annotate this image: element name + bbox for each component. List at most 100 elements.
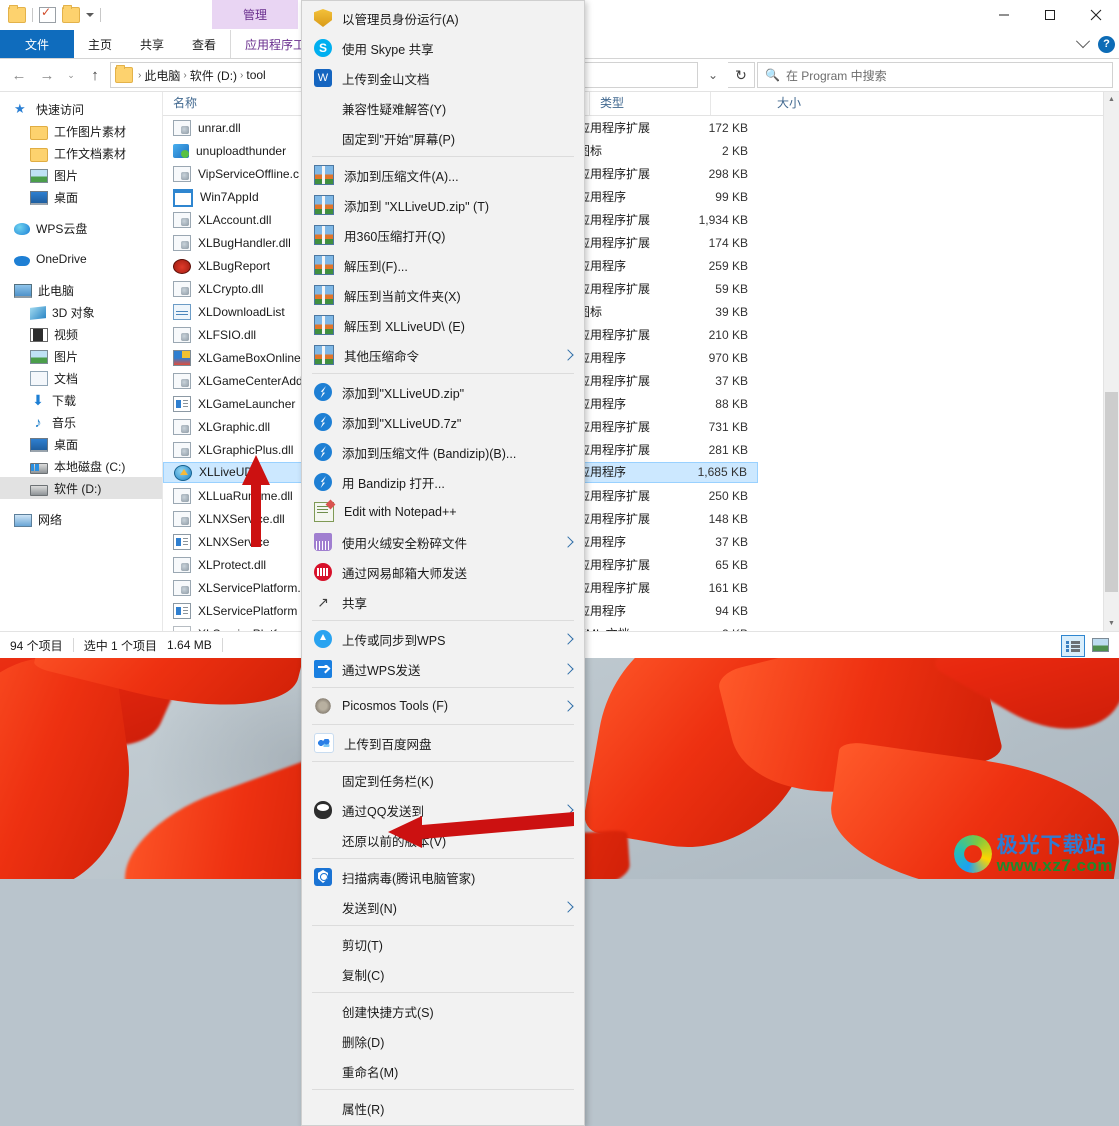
wps-upload-icon bbox=[314, 630, 332, 648]
menu-item-10[interactable]: 解压到 XLLiveUD\ (E) bbox=[302, 310, 584, 340]
sidebar-item-16[interactable]: 软件 (D:) bbox=[0, 477, 162, 499]
tab-share[interactable]: 共享 bbox=[126, 30, 178, 58]
minimize-button[interactable] bbox=[981, 0, 1027, 30]
menu-item-9[interactable]: 解压到当前文件夹(X) bbox=[302, 280, 584, 310]
menu-item-19[interactable]: ↗ 共享 bbox=[302, 587, 584, 617]
close-button[interactable] bbox=[1073, 0, 1119, 30]
tab-file[interactable]: 文件 bbox=[0, 30, 74, 58]
menu-item-2[interactable]: W 上传到金山文档 bbox=[302, 63, 584, 93]
sidebar-item-2[interactable]: 工作文档素材 bbox=[0, 142, 162, 164]
menu-item-31[interactable]: 创建快捷方式(S) bbox=[302, 996, 584, 1026]
menu-item-14[interactable]: 添加到压缩文件 (Bandizip)(B)... bbox=[302, 437, 584, 467]
chevron-right-icon bbox=[562, 536, 574, 548]
forward-arrow-icon[interactable]: → bbox=[34, 62, 60, 88]
thumbnails-view-button[interactable] bbox=[1089, 635, 1111, 655]
menu-item-23[interactable]: 上传到百度网盘 bbox=[302, 728, 584, 758]
menu-item-label: 添加到"XLLiveUD.zip" bbox=[342, 386, 465, 401]
sidebar-item-8[interactable]: 3D 对象 bbox=[0, 301, 162, 323]
sidebar-item-3[interactable]: 图片 bbox=[0, 164, 162, 186]
breadcrumb-item-0[interactable]: 此电脑 bbox=[144, 67, 180, 84]
menu-item-3[interactable]: 兼容性疑难解答(Y) bbox=[302, 93, 584, 123]
menu-item-34[interactable]: 属性(R) bbox=[302, 1093, 584, 1123]
details-view-button[interactable] bbox=[1061, 635, 1085, 657]
menu-item-1[interactable]: S 使用 Skype 共享 bbox=[302, 33, 584, 63]
menu-item-27[interactable]: 扫描病毒(腾讯电脑管家) bbox=[302, 862, 584, 892]
menu-item-label: 发送到(N) bbox=[342, 901, 397, 916]
folder-icon[interactable] bbox=[8, 5, 26, 23]
z360-icon bbox=[314, 473, 332, 491]
menu-item-16[interactable]: Edit with Notepad++ bbox=[302, 497, 584, 527]
menu-item-0[interactable]: 以管理员身份运行(A) bbox=[302, 3, 584, 33]
menu-item-24[interactable]: 固定到任务栏(K) bbox=[302, 765, 584, 795]
sidebar-item-6[interactable]: OneDrive bbox=[0, 248, 162, 270]
sidebar-item-1[interactable]: 工作图片素材 bbox=[0, 120, 162, 142]
menu-item-28[interactable]: 发送到(N) bbox=[302, 892, 584, 922]
z360-icon bbox=[314, 443, 332, 461]
sidebar-item-13[interactable]: ♪ 音乐 bbox=[0, 411, 162, 433]
menu-item-7[interactable]: 用360压缩打开(Q) bbox=[302, 220, 584, 250]
menu-item-29[interactable]: 剪切(T) bbox=[302, 929, 584, 959]
menu-item-32[interactable]: 删除(D) bbox=[302, 1026, 584, 1056]
sidebar-item-7[interactable]: 此电脑 bbox=[0, 279, 162, 301]
menu-item-12[interactable]: 添加到"XLLiveUD.zip" bbox=[302, 377, 584, 407]
menu-item-label: 上传到金山文档 bbox=[342, 72, 430, 87]
menu-item-18[interactable]: 通过网易邮箱大师发送 bbox=[302, 557, 584, 587]
sidebar-item-15[interactable]: 本地磁盘 (C:) bbox=[0, 455, 162, 477]
sidebar-item-9[interactable]: 视频 bbox=[0, 323, 162, 345]
help-icon[interactable]: ? bbox=[1098, 35, 1115, 53]
menu-item-label: 创建快捷方式(S) bbox=[342, 1005, 434, 1020]
status-selection: 选中 1 个项目 bbox=[83, 638, 158, 653]
file-size-cell: 250 KB bbox=[708, 488, 748, 503]
menu-item-20[interactable]: 上传或同步到WPS bbox=[302, 624, 584, 654]
refresh-icon[interactable]: ↻ bbox=[728, 62, 755, 88]
scrollbar-thumb[interactable] bbox=[1105, 392, 1118, 592]
menu-item-13[interactable]: 添加到"XLLiveUD.7z" bbox=[302, 407, 584, 437]
menu-item-8[interactable]: 解压到(F)... bbox=[302, 250, 584, 280]
search-input[interactable]: 🔍 在 Program 中搜索 bbox=[757, 62, 1113, 88]
breadcrumb-item-2[interactable]: tool bbox=[246, 68, 265, 82]
back-arrow-icon[interactable]: ← bbox=[6, 62, 32, 88]
menu-separator bbox=[312, 724, 574, 725]
tab-view[interactable]: 查看 bbox=[178, 30, 230, 58]
maximize-button[interactable] bbox=[1027, 0, 1073, 30]
tab-home[interactable]: 主页 bbox=[74, 30, 126, 58]
chevron-down-icon[interactable] bbox=[1075, 34, 1091, 49]
file-size-cell: 39 KB bbox=[715, 304, 748, 319]
sidebar-item-14[interactable]: 桌面 bbox=[0, 433, 162, 455]
menu-item-30[interactable]: 复制(C) bbox=[302, 959, 584, 989]
properties-checkbox-icon[interactable] bbox=[39, 5, 56, 23]
z360-icon bbox=[314, 383, 332, 401]
vertical-scrollbar[interactable]: ▲ ▼ bbox=[1103, 92, 1119, 631]
menu-item-4[interactable]: 固定到"开始"屏幕(P) bbox=[302, 123, 584, 153]
menu-item-33[interactable]: 重命名(M) bbox=[302, 1056, 584, 1086]
menu-item-17[interactable]: 使用火绒安全粉碎文件 bbox=[302, 527, 584, 557]
menu-item-15[interactable]: 用 Bandizip 打开... bbox=[302, 467, 584, 497]
menu-item-5[interactable]: 添加到压缩文件(A)... bbox=[302, 160, 584, 190]
sidebar-item-11[interactable]: 文档 bbox=[0, 367, 162, 389]
sidebar-item-12[interactable]: ⬇ 下载 bbox=[0, 389, 162, 411]
sidebar-item-4[interactable]: 桌面 bbox=[0, 186, 162, 208]
recent-locations-icon[interactable]: ⌄ bbox=[62, 62, 80, 88]
menu-item-22[interactable]: Picosmos Tools (F) bbox=[302, 691, 584, 721]
menu-item-label: 兼容性疑难解答(Y) bbox=[342, 102, 447, 117]
management-contextual-tab[interactable]: 管理 bbox=[212, 0, 298, 29]
column-header-type[interactable]: 类型 bbox=[589, 92, 710, 115]
sidebar-item-5[interactable]: WPS云盘 bbox=[0, 217, 162, 239]
address-dropdown-icon[interactable]: ⌄ bbox=[700, 63, 726, 87]
sidebar-item-10[interactable]: 图片 bbox=[0, 345, 162, 367]
sidebar-item-17[interactable]: 网络 bbox=[0, 508, 162, 530]
column-header-size[interactable]: 大小 bbox=[710, 92, 811, 115]
menu-separator bbox=[312, 620, 574, 621]
scroll-down-icon[interactable]: ▼ bbox=[1104, 616, 1119, 631]
chevron-down-icon[interactable] bbox=[86, 13, 94, 17]
chevron-right-icon bbox=[562, 700, 574, 712]
new-folder-icon[interactable] bbox=[62, 5, 80, 23]
menu-item-21[interactable]: 通过WPS发送 bbox=[302, 654, 584, 684]
menu-item-11[interactable]: 其他压缩命令 bbox=[302, 340, 584, 370]
breadcrumb-item-1[interactable]: 软件 (D:) bbox=[190, 67, 237, 84]
network-icon bbox=[14, 513, 32, 527]
menu-item-6[interactable]: 添加到 "XLLiveUD.zip" (T) bbox=[302, 190, 584, 220]
up-arrow-icon[interactable]: ↑ bbox=[82, 62, 108, 88]
sidebar-item-0[interactable]: ★ 快速访问 bbox=[0, 98, 162, 120]
scroll-up-icon[interactable]: ▲ bbox=[1104, 92, 1119, 107]
